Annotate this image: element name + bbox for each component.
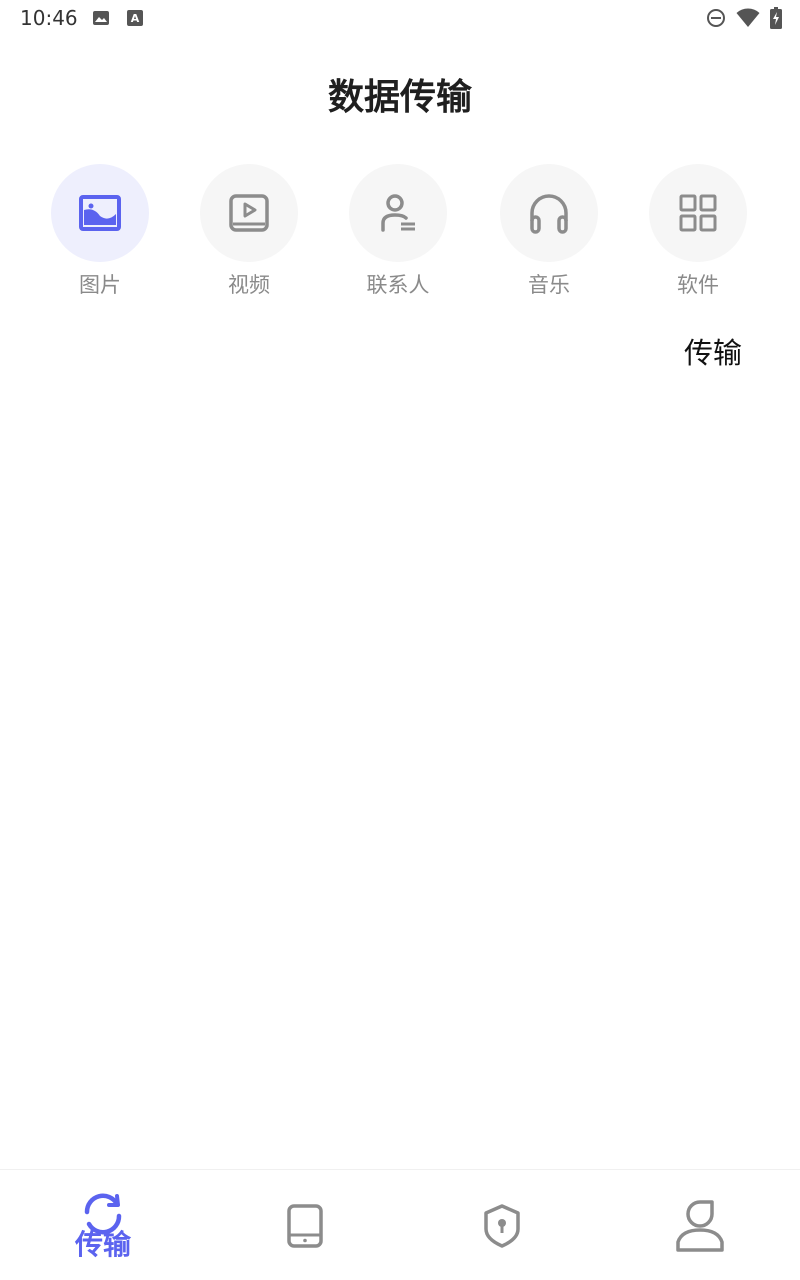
- image-icon: [92, 9, 110, 27]
- device-icon: [286, 1203, 324, 1253]
- category-circle: [649, 164, 747, 262]
- text-a-icon: A: [126, 9, 144, 27]
- apps-grid-icon: [679, 194, 717, 232]
- category-images[interactable]: 图片: [50, 164, 150, 304]
- category-circle: [349, 164, 447, 262]
- category-circle: [200, 164, 298, 262]
- category-label: 软件: [677, 273, 719, 297]
- category-apps[interactable]: 软件: [648, 164, 748, 304]
- svg-text:A: A: [131, 12, 140, 25]
- wifi-icon: [736, 8, 760, 32]
- category-label: 联系人: [366, 273, 430, 297]
- transfer-button[interactable]: 传输: [684, 334, 742, 372]
- category-label: 音乐: [528, 273, 570, 297]
- shield-lock-icon: [482, 1203, 522, 1253]
- battery-charging-icon: [770, 7, 782, 33]
- contact-icon: [381, 194, 415, 232]
- category-circle: [500, 164, 598, 262]
- category-contacts[interactable]: 联系人: [348, 164, 448, 304]
- category-music[interactable]: 音乐: [499, 164, 599, 304]
- bottom-nav: 传输: [0, 1169, 800, 1280]
- category-videos[interactable]: 视频: [199, 164, 299, 304]
- status-bar: 10:46 A: [0, 0, 800, 36]
- nav-security[interactable]: [442, 1170, 562, 1280]
- nav-transfer-label: 传输: [74, 1228, 131, 1261]
- category-circle: [51, 164, 149, 262]
- nav-transfer[interactable]: 传输: [43, 1170, 163, 1280]
- category-label: 图片: [79, 273, 121, 297]
- video-icon: [229, 194, 269, 232]
- category-row: 图片 视频 联系人 音乐 软件: [0, 164, 800, 304]
- headphones-icon: [530, 194, 568, 234]
- page-title: 数据传输: [327, 77, 472, 118]
- status-time: 10:46: [20, 6, 78, 30]
- nav-device[interactable]: [245, 1170, 365, 1280]
- status-right-icons: [706, 7, 782, 33]
- category-label: 视频: [228, 273, 270, 297]
- nav-profile[interactable]: [640, 1170, 760, 1280]
- user-icon: [674, 1198, 726, 1256]
- do-not-disturb-icon: [706, 8, 726, 32]
- image-icon: [79, 195, 121, 231]
